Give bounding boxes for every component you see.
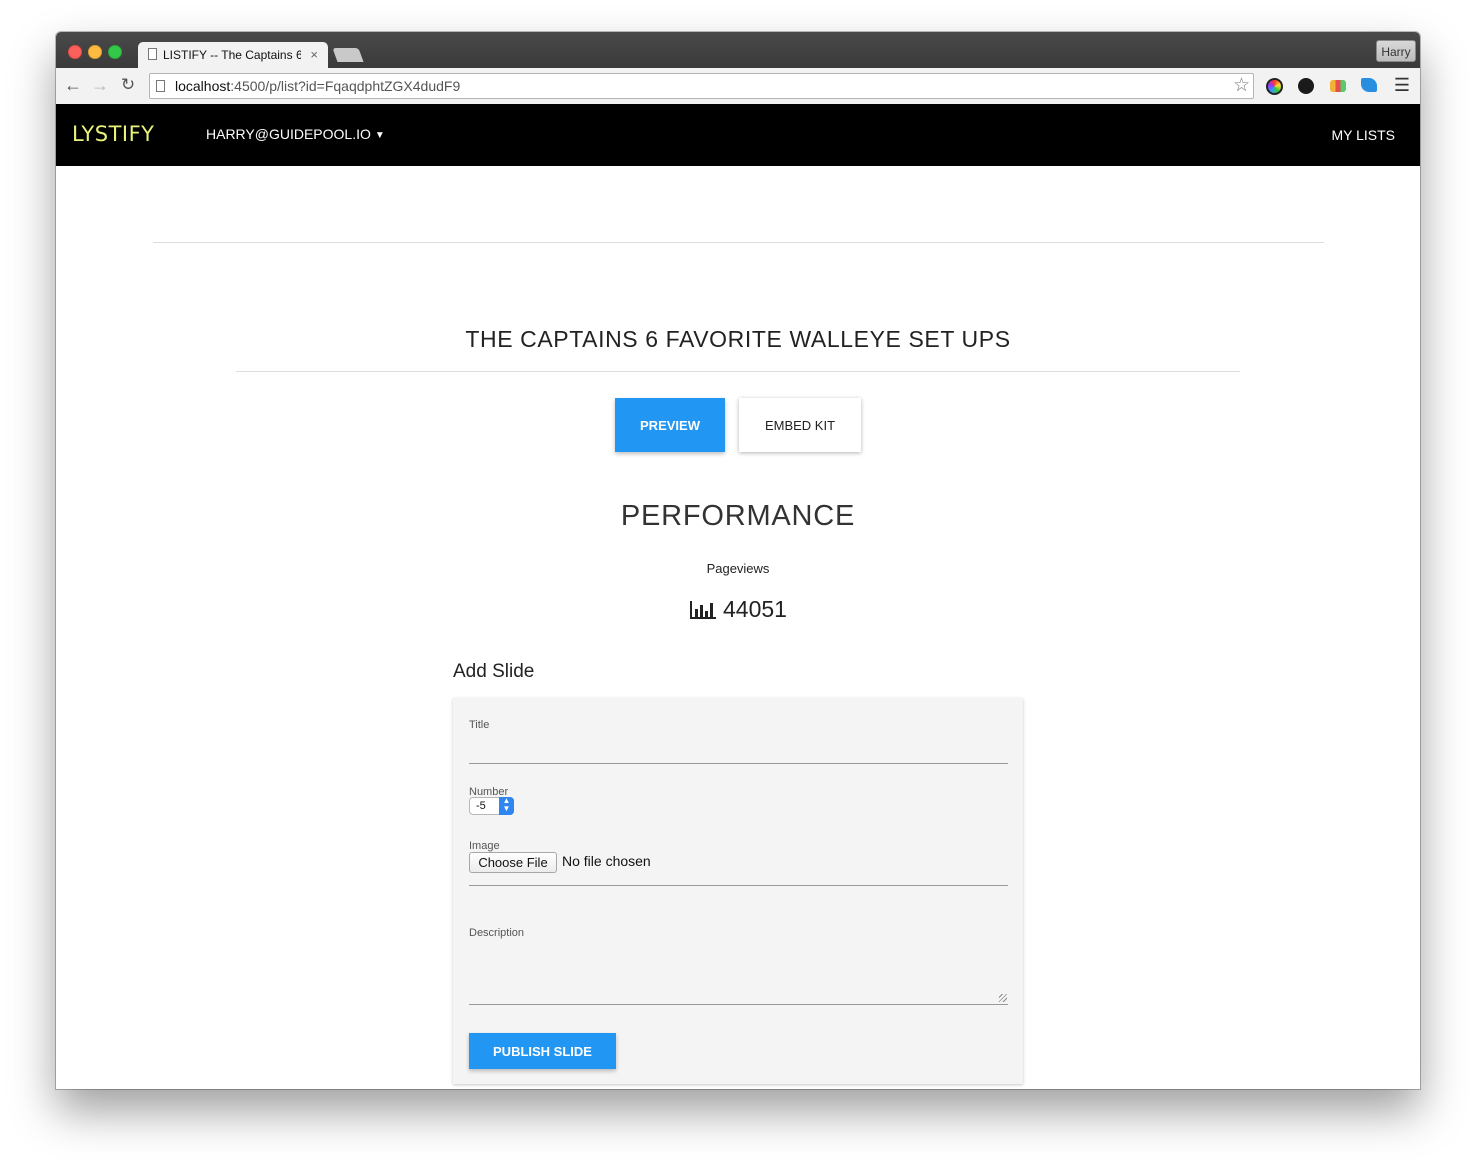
description-label: Description [469, 927, 525, 939]
caret-down-icon: ▼ [374, 130, 385, 141]
title-bar: LISTIFY -- The Captains 6 × Harry [56, 32, 1420, 68]
no-file-text: No file chosen [562, 853, 651, 869]
add-slide-heading: Add Slide [453, 661, 535, 682]
bird-extension-icon[interactable] [1361, 78, 1377, 92]
star-icon[interactable]: ☆ [1233, 74, 1250, 98]
maximize-window-button[interactable] [108, 45, 122, 59]
divider [236, 371, 1240, 372]
url-text: localhost:4500/p/list?id=FqaqdphtZGX4dud… [175, 74, 460, 98]
my-lists-link[interactable]: MY LISTS [1331, 127, 1395, 143]
bar-chart-icon [690, 601, 717, 619]
url-host: localhost [175, 78, 231, 94]
description-underline [469, 1004, 1008, 1005]
profile-button[interactable]: Harry [1376, 40, 1416, 62]
choose-file-button[interactable]: Choose File [469, 852, 557, 873]
publish-slide-button[interactable]: PUBLISH SLIDE [469, 1033, 616, 1069]
page-content: LYSTIFY HARRY@GUIDEPOOL.IO ▼ MY LISTS THE… [56, 104, 1420, 1089]
page-icon [148, 48, 157, 60]
pageviews-value: 44051 [723, 596, 787, 622]
hamburger-icon[interactable]: ☰ [1392, 74, 1412, 96]
image-label: Image [469, 840, 500, 852]
address-bar[interactable]: localhost:4500/p/list?id=FqaqdphtZGX4dud… [149, 73, 1254, 99]
description-textarea[interactable] [469, 944, 1008, 1002]
embed-kit-button[interactable]: EMBED KIT [739, 398, 861, 452]
account-dropdown[interactable]: HARRY@GUIDEPOOL.IO ▼ [206, 126, 385, 142]
performance-heading: PERFORMANCE [620, 500, 856, 532]
extension-icon[interactable] [1330, 80, 1346, 92]
site-navbar: LYSTIFY HARRY@GUIDEPOOL.IO ▼ MY LISTS [56, 104, 1420, 166]
tab-title: LISTIFY -- The Captains 6 [163, 48, 301, 62]
title-underline [469, 763, 1008, 764]
number-value: -5 [476, 800, 486, 812]
tab-close-icon[interactable]: × [310, 42, 318, 68]
pageviews-label: Pageviews [706, 561, 770, 576]
resize-handle-icon[interactable] [999, 994, 1007, 1002]
minimize-window-button[interactable] [88, 45, 102, 59]
pageviews-stat: 44051 [56, 596, 1420, 623]
divider [153, 242, 1324, 243]
url-path: :4500/p/list?id=FqaqdphtZGX4dudF9 [230, 78, 461, 94]
add-slide-form: Title Number -5 ▲ ▼ Image Choose File No … [453, 698, 1023, 1084]
page-icon [156, 80, 165, 92]
arrow-right-icon[interactable]: → [89, 74, 111, 96]
brand-logo[interactable]: LYSTIFY [72, 122, 155, 146]
close-window-button[interactable] [68, 45, 82, 59]
arrow-left-icon[interactable]: ← [62, 74, 84, 96]
stepper-arrows-icon[interactable]: ▲ ▼ [499, 797, 514, 815]
image-underline [469, 885, 1008, 886]
color-picker-extension-icon[interactable] [1266, 78, 1283, 95]
list-title: THE CAPTAINS 6 FAVORITE WALLEYE SET UPS [465, 326, 1011, 352]
account-email: HARRY@GUIDEPOOL.IO [206, 126, 371, 142]
browser-toolbar: ← → ↻ localhost:4500/p/list?id=FqaqdphtZ… [56, 68, 1420, 105]
preview-button[interactable]: PREVIEW [615, 398, 725, 452]
browser-window: LISTIFY -- The Captains 6 × Harry ← → ↻ … [56, 32, 1420, 1089]
number-stepper[interactable]: -5 ▲ ▼ [469, 797, 514, 815]
title-label: Title [469, 719, 490, 731]
new-tab-button[interactable] [332, 48, 364, 62]
browser-tab[interactable]: LISTIFY -- The Captains 6 × [138, 42, 328, 68]
reload-icon[interactable]: ↻ [117, 74, 139, 96]
extension-icon[interactable] [1298, 78, 1314, 94]
title-input[interactable] [469, 736, 1008, 760]
